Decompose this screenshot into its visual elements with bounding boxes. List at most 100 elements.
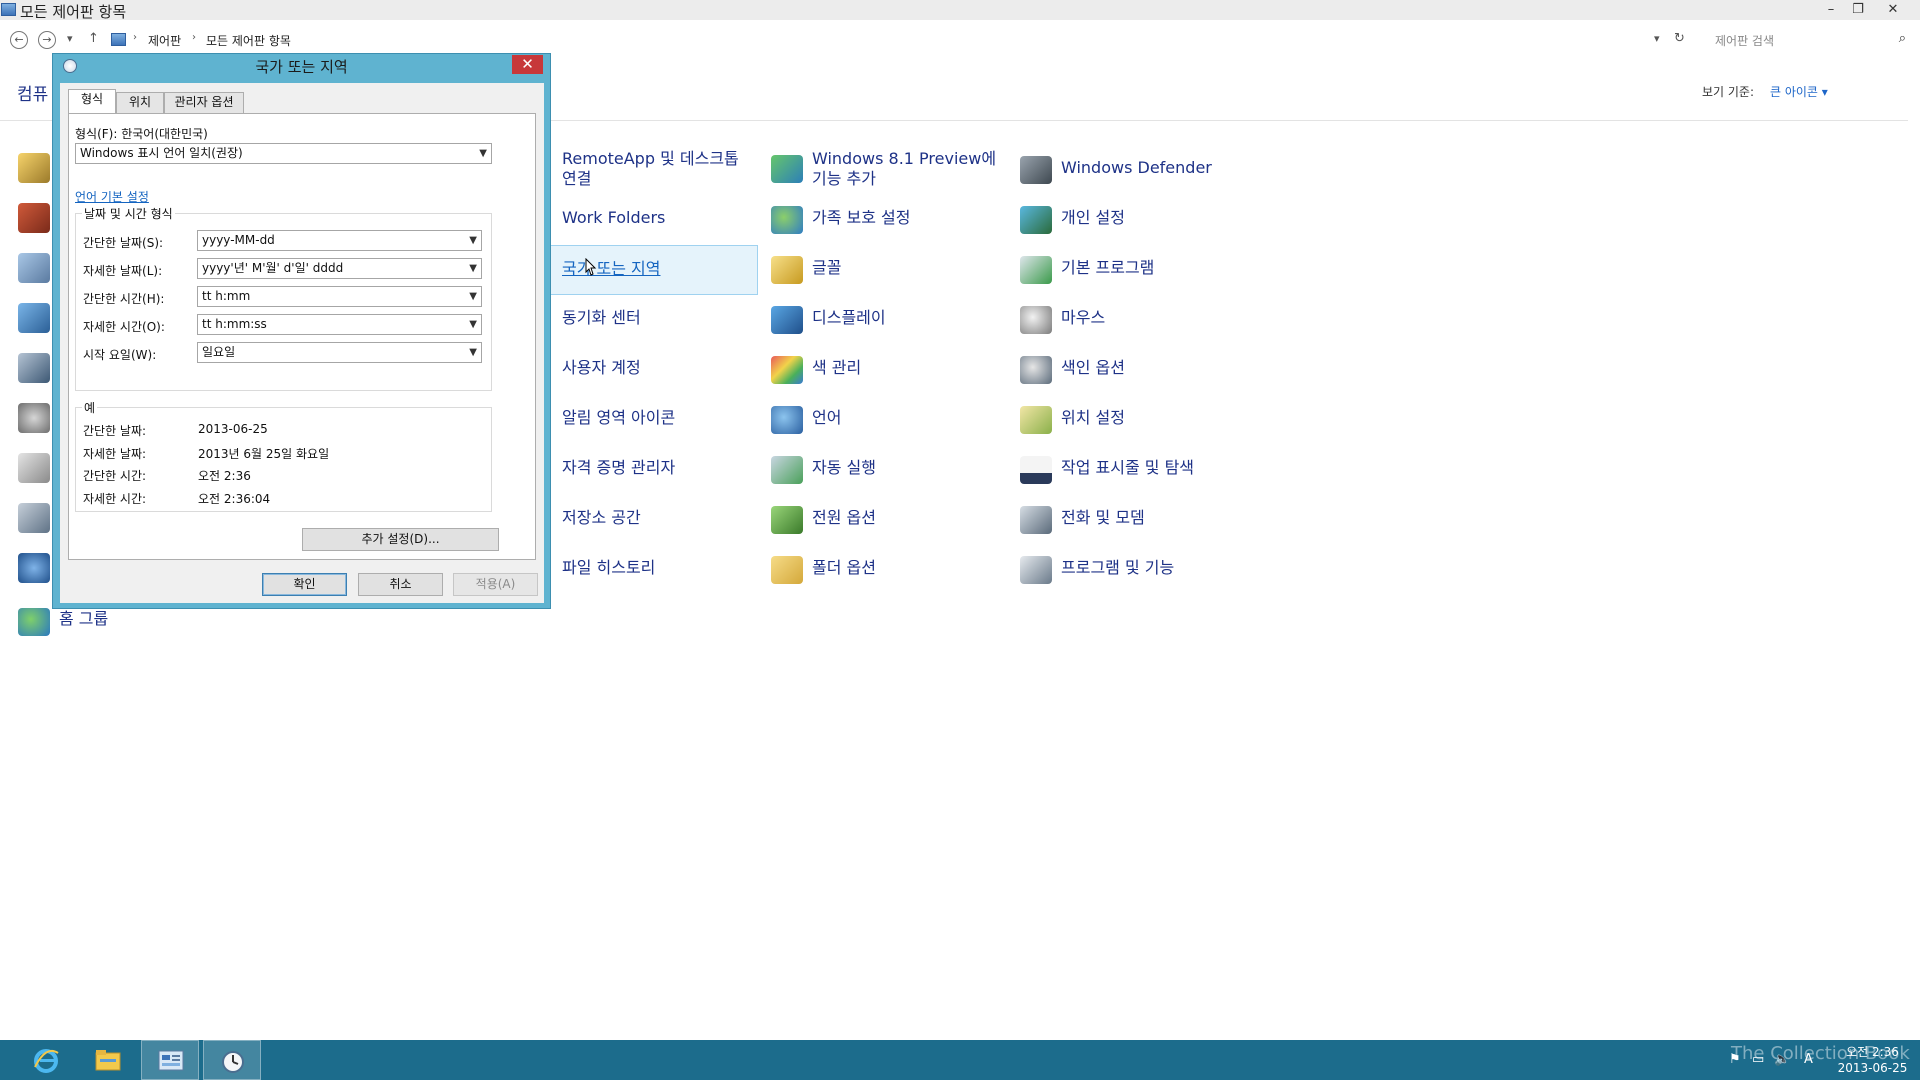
forward-button[interactable]: → [38, 31, 56, 49]
language-preferences-link[interactable]: 언어 기본 설정 [75, 188, 149, 205]
credential-key-icon[interactable] [18, 153, 50, 183]
cp-item-sync-center[interactable]: 동기화 센터 [521, 296, 756, 344]
cp-item-programs-features[interactable]: 프로그램 및 기능 [1020, 546, 1260, 594]
close-button[interactable]: ✕ [1880, 0, 1906, 20]
cp-item-personalization[interactable]: 개인 설정 [1020, 196, 1260, 244]
cp-item-label: 자격 증명 관리자 [562, 458, 676, 477]
format-select[interactable]: Windows 표시 언어 일치(권장) ▼ [75, 143, 492, 164]
cp-item-fonts[interactable]: 글꼴 [771, 246, 1001, 294]
input-method-indicator[interactable]: A [1804, 1052, 1813, 1067]
cp-item-color-management[interactable]: 색 관리 [771, 346, 1001, 394]
cp-item-region[interactable]: 국가 또는 지역 [521, 245, 758, 295]
add-features-icon [771, 155, 803, 183]
cp-item-user-accounts[interactable]: 사용자 계정 [521, 346, 756, 394]
cp-item-label: 색 관리 [812, 358, 862, 377]
cp-item-label: Windows 8.1 Preview에 [812, 149, 997, 168]
chevron-down-icon: ▼ [479, 148, 487, 159]
taskbar-file-explorer[interactable] [79, 1040, 137, 1080]
cp-item-label: 홈 그룹 [59, 609, 109, 628]
cp-item-file-history[interactable]: 파일 히스토리 [521, 546, 756, 594]
restore-button[interactable]: ❐ [1845, 0, 1871, 20]
cp-item-power-options[interactable]: 전원 옵션 [771, 496, 1001, 544]
address-dropdown-button[interactable]: ▾ [1654, 32, 1660, 45]
cp-item-storage-spaces[interactable]: 저장소 공간 [521, 496, 756, 544]
date-time-icon[interactable] [18, 303, 50, 333]
programs-features-icon [1020, 556, 1052, 584]
cp-item-autoplay[interactable]: 자동 실행 [771, 446, 1001, 494]
network-icon[interactable]: ▭ [1752, 1052, 1764, 1067]
cp-item-folder-options[interactable]: 폴더 옵션 [771, 546, 1001, 594]
view-by-label: 보기 기준: [1702, 85, 1755, 99]
back-button[interactable]: ← [10, 31, 28, 49]
short-date-select[interactable]: yyyy-MM-dd ▼ [197, 230, 482, 251]
sound-icon[interactable] [18, 403, 50, 433]
cp-item-label: 전원 옵션 [812, 508, 876, 527]
address-field[interactable]: › 제어판 › 모든 제어판 항목 ▾ [104, 28, 1669, 52]
cp-item-label: 전화 및 모뎀 [1061, 508, 1145, 527]
cp-item-work-folders[interactable]: Work Folders [521, 196, 756, 244]
datetime-formats-group: 날짜 및 시간 형식 간단한 날짜(S): yyyy-MM-dd ▼ 자세한 날… [75, 205, 492, 391]
short-time-select[interactable]: tt h:mm ▼ [197, 286, 482, 307]
ex-short-time-value: 오전 2:36 [198, 469, 251, 483]
cancel-button[interactable]: 취소 [358, 573, 443, 596]
apply-button[interactable]: 적용(A) [453, 573, 538, 596]
chevron-down-icon: ▼ [469, 235, 477, 246]
device-manager-icon[interactable] [18, 353, 50, 383]
system-icon[interactable] [18, 503, 50, 533]
cp-item-label: 위치 설정 [1061, 408, 1125, 427]
short-time-value: tt h:mm [202, 289, 251, 303]
cp-item-phone-modem[interactable]: 전화 및 모뎀 [1020, 496, 1260, 544]
admin-tools-icon[interactable] [18, 253, 50, 283]
refresh-button[interactable]: ↻ [1674, 31, 1685, 46]
cp-item-remoteapp[interactable]: RemoteApp 및 데스크톱 연결 [521, 145, 756, 193]
firewall-icon[interactable] [18, 203, 50, 233]
cp-item-label: 기능 추가 [812, 169, 876, 188]
speech-recognition-icon[interactable] [18, 453, 50, 483]
ex-short-date-value: 2013-06-25 [198, 422, 268, 436]
tab-location[interactable]: 위치 [116, 92, 164, 113]
action-center-flag-icon[interactable]: ⚑ [1729, 1052, 1741, 1067]
ease-of-access-icon[interactable] [18, 553, 50, 583]
window-title: 모든 제어판 항목 [20, 3, 127, 21]
cp-item-add-features[interactable]: Windows 8.1 Preview에 기능 추가 [771, 145, 1001, 193]
tab-formats[interactable]: 형식 [68, 89, 116, 114]
recent-locations-button[interactable]: ▾ [67, 32, 73, 45]
cp-item-label: 언어 [812, 408, 842, 427]
long-date-select[interactable]: yyyy'년' M'월' d'일' dddd ▼ [197, 258, 482, 279]
control-panel-icon [1, 3, 16, 16]
cp-item-notification-icons[interactable]: 알림 영역 아이콘 [521, 396, 756, 444]
cp-item-language[interactable]: 언어 [771, 396, 1001, 444]
minimize-button[interactable]: – [1818, 0, 1844, 20]
ok-button[interactable]: 확인 [262, 573, 347, 596]
taskbar-clock[interactable]: 오전 2:36 2013-06-25 [1825, 1044, 1920, 1076]
additional-settings-button[interactable]: 추가 설정(D)... [302, 528, 499, 551]
cp-item-indexing-options[interactable]: 색인 옵션 [1020, 346, 1260, 394]
up-button[interactable]: ↑ [88, 31, 99, 46]
cp-item-family-safety[interactable]: 가족 보호 설정 [771, 196, 1001, 244]
search-icon[interactable]: ⌕ [1899, 31, 1906, 46]
breadcrumb-control-panel[interactable]: 제어판 [148, 32, 181, 49]
taskbar-control-panel[interactable] [141, 1040, 199, 1080]
first-day-select[interactable]: 일요일 ▼ [197, 342, 482, 363]
cp-item-windows-defender[interactable]: Windows Defender [1020, 146, 1260, 194]
cp-item-location-settings[interactable]: 위치 설정 [1020, 396, 1260, 444]
view-by-dropdown[interactable]: 큰 아이콘 ▾ [1770, 83, 1828, 100]
taskbar-internet-explorer[interactable] [17, 1040, 75, 1080]
format-label: 형식(F): 한국어(대한민국) [75, 127, 208, 141]
ex-long-date-label: 자세한 날짜: [83, 447, 147, 461]
cp-item-credential-manager[interactable]: 자격 증명 관리자 [521, 446, 756, 494]
dialog-close-button[interactable]: ✕ [512, 55, 543, 74]
volume-icon[interactable]: 🔈 [1774, 1052, 1790, 1067]
mouse-icon [1020, 306, 1052, 334]
long-time-select[interactable]: tt h:mm:ss ▼ [197, 314, 482, 335]
cp-item-display[interactable]: 디스플레이 [771, 296, 1001, 344]
tab-administrative[interactable]: 관리자 옵션 [164, 92, 244, 113]
breadcrumb-all-items[interactable]: 모든 제어판 항목 [206, 32, 291, 49]
chevron-down-icon: ▼ [469, 319, 477, 330]
cp-item-mouse[interactable]: 마우스 [1020, 296, 1260, 344]
search-input[interactable]: 제어판 검색 ⌕ [1705, 28, 1910, 52]
cp-item-default-programs[interactable]: 기본 프로그램 [1020, 246, 1260, 294]
taskbar-region[interactable] [203, 1040, 261, 1080]
cp-item-taskbar-navigation[interactable]: 작업 표시줄 및 탐색 [1020, 446, 1260, 494]
page-heading: 컴퓨 [17, 85, 49, 105]
